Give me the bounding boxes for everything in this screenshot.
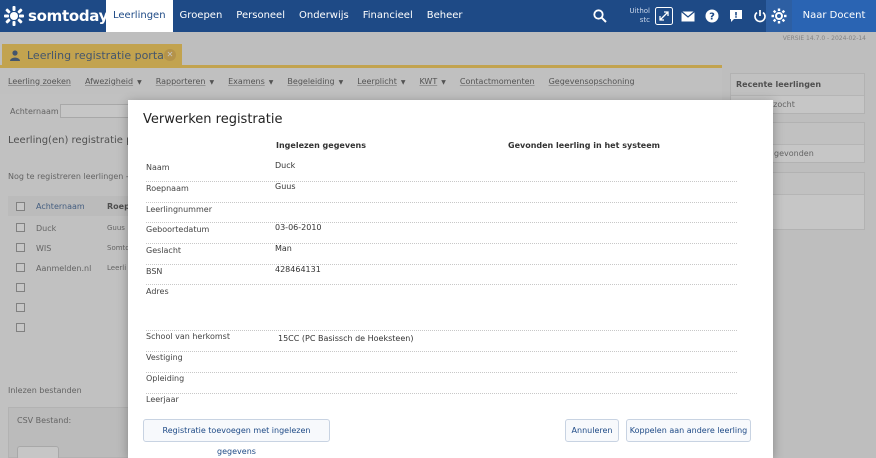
field-row-leerlingnummer: Leerlingnummer [146,203,737,223]
top-navigation-bar: somtoday Leerlingen Groepen Personeel On… [0,0,876,32]
nav-groepen[interactable]: Groepen [173,0,230,32]
field-label: Geslacht [146,246,182,255]
field-label: Geboortedatum [146,225,210,234]
verwerken-registratie-dialog: Verwerken registratie Ingelezen gegevens… [128,100,773,458]
field-row-roepnaam: Roepnaam Guus [146,182,737,203]
field-value: 03-06-2010 [275,223,322,232]
field-row-bsn: BSN 428464131 [146,265,737,285]
field-label: Naam [146,163,170,172]
field-label: Opleiding [146,374,185,383]
search-icon[interactable] [588,0,612,32]
field-label: Leerlingnummer [146,205,212,214]
field-row-naam: Naam Duck [146,160,737,182]
help-icon[interactable]: ? [700,0,724,32]
field-label: School van herkomst [146,332,230,341]
field-label: Leerjaar [146,395,179,404]
field-row-opleiding: Opleiding [146,373,737,394]
field-label: Vestiging [146,353,183,362]
field-value: 428464131 [275,265,321,274]
dialog-title: Verwerken registratie [143,112,283,127]
main-nav: Leerlingen Groepen Personeel Onderwijs F… [106,0,470,32]
feedback-icon[interactable] [724,0,748,32]
field-label: Adres [146,287,169,296]
user-name[interactable]: Uithol stc [612,7,650,25]
logo-text: somtoday [28,7,109,25]
field-row-adres: Adres [146,285,737,331]
logo-icon [4,6,24,26]
nav-onderwijs[interactable]: Onderwijs [292,0,356,32]
field-label: BSN [146,267,163,276]
somtoday-logo[interactable]: somtoday [4,6,108,26]
svg-text:?: ? [709,12,715,23]
field-row-geboortedatum: Geboortedatum 03-06-2010 [146,223,737,244]
col-ingelezen-gegevens: Ingelezen gegevens [276,141,366,150]
koppelen-button[interactable]: Koppelen aan andere leerling [626,419,751,442]
expand-icon[interactable] [652,0,676,32]
field-value: Guus [275,182,296,191]
settings-icon[interactable] [766,0,792,32]
top-icons: Uithol stc ? [588,0,772,32]
field-value: Man [275,244,292,253]
naar-docent-button[interactable]: Naar Docent [792,0,876,32]
annuleren-button[interactable]: Annuleren [565,419,619,442]
col-gevonden-leerling: Gevonden leerling in het systeem [508,141,660,150]
nav-financieel[interactable]: Financieel [356,0,420,32]
nav-personeel[interactable]: Personeel [229,0,292,32]
nav-beheer[interactable]: Beheer [420,0,470,32]
field-label: Roepnaam [146,184,189,193]
mail-icon[interactable] [676,0,700,32]
nav-leerlingen[interactable]: Leerlingen [106,0,173,32]
field-row-geslacht: Geslacht Man [146,244,737,265]
field-row-school-van-herkomst: School van herkomst 15CC (PC Basissch de… [146,331,737,352]
field-row-leerjaar: Leerjaar [146,394,737,406]
registratie-toevoegen-button[interactable]: Registratie toevoegen met ingelezen gege… [143,419,330,456]
field-value: 15CC (PC Basissch de Hoeksteen) [278,334,414,343]
field-value: Duck [275,161,296,170]
field-row-vestiging: Vestiging [146,352,737,373]
